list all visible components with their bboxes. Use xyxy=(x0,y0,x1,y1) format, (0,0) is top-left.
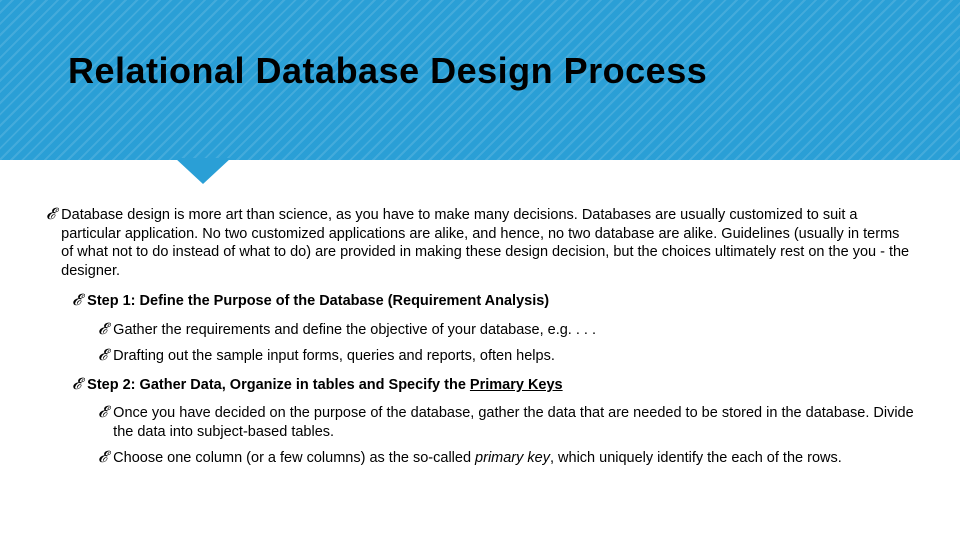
step-2-prefix: Step 2: Gather Data, Organize in tables … xyxy=(87,377,470,393)
bullet-icon: 𝓔 xyxy=(98,347,107,366)
step-2-item-b: 𝓔 Choose one column (or a few columns) a… xyxy=(98,449,914,468)
step-1-a-text: Gather the requirements and define the o… xyxy=(113,321,914,340)
step-1-item-a: 𝓔 Gather the requirements and define the… xyxy=(98,321,914,340)
bullet-icon: 𝓔 xyxy=(46,206,55,280)
step-2-item-a: 𝓔 Once you have decided on the purpose o… xyxy=(98,404,914,441)
step-2-b-post: , which uniquely identify the each of th… xyxy=(550,450,842,466)
bullet-icon: 𝓔 xyxy=(72,376,81,395)
step-2-label: Step 2: Gather Data, Organize in tables … xyxy=(87,376,914,395)
step-1-label: Step 1: Define the Purpose of the Databa… xyxy=(87,292,914,311)
step-1-b-text: Drafting out the sample input forms, que… xyxy=(113,347,914,366)
slide-header: Relational Database Design Process xyxy=(0,0,960,160)
bullet-icon: 𝓔 xyxy=(72,292,81,311)
step-2-b-pre: Choose one column (or a few columns) as … xyxy=(113,450,475,466)
bullet-icon: 𝓔 xyxy=(98,321,107,340)
step-1-heading: 𝓔 Step 1: Define the Purpose of the Data… xyxy=(72,292,914,311)
bullet-icon: 𝓔 xyxy=(98,449,107,468)
header-notch xyxy=(175,158,231,184)
step-2-b-text: Choose one column (or a few columns) as … xyxy=(113,449,914,468)
intro-text: Database design is more art than science… xyxy=(61,206,914,280)
slide-title: Relational Database Design Process xyxy=(68,50,892,92)
intro-paragraph: 𝓔 Database design is more art than scien… xyxy=(46,206,914,280)
step-2-a-text: Once you have decided on the purpose of … xyxy=(113,404,914,441)
step-2-b-primary-key: primary key xyxy=(475,450,550,466)
step-2-heading: 𝓔 Step 2: Gather Data, Organize in table… xyxy=(72,376,914,395)
bullet-icon: 𝓔 xyxy=(98,404,107,441)
slide-body: 𝓔 Database design is more art than scien… xyxy=(0,160,960,468)
step-2-primary-keys: Primary Keys xyxy=(470,377,563,393)
step-1-item-b: 𝓔 Drafting out the sample input forms, q… xyxy=(98,347,914,366)
